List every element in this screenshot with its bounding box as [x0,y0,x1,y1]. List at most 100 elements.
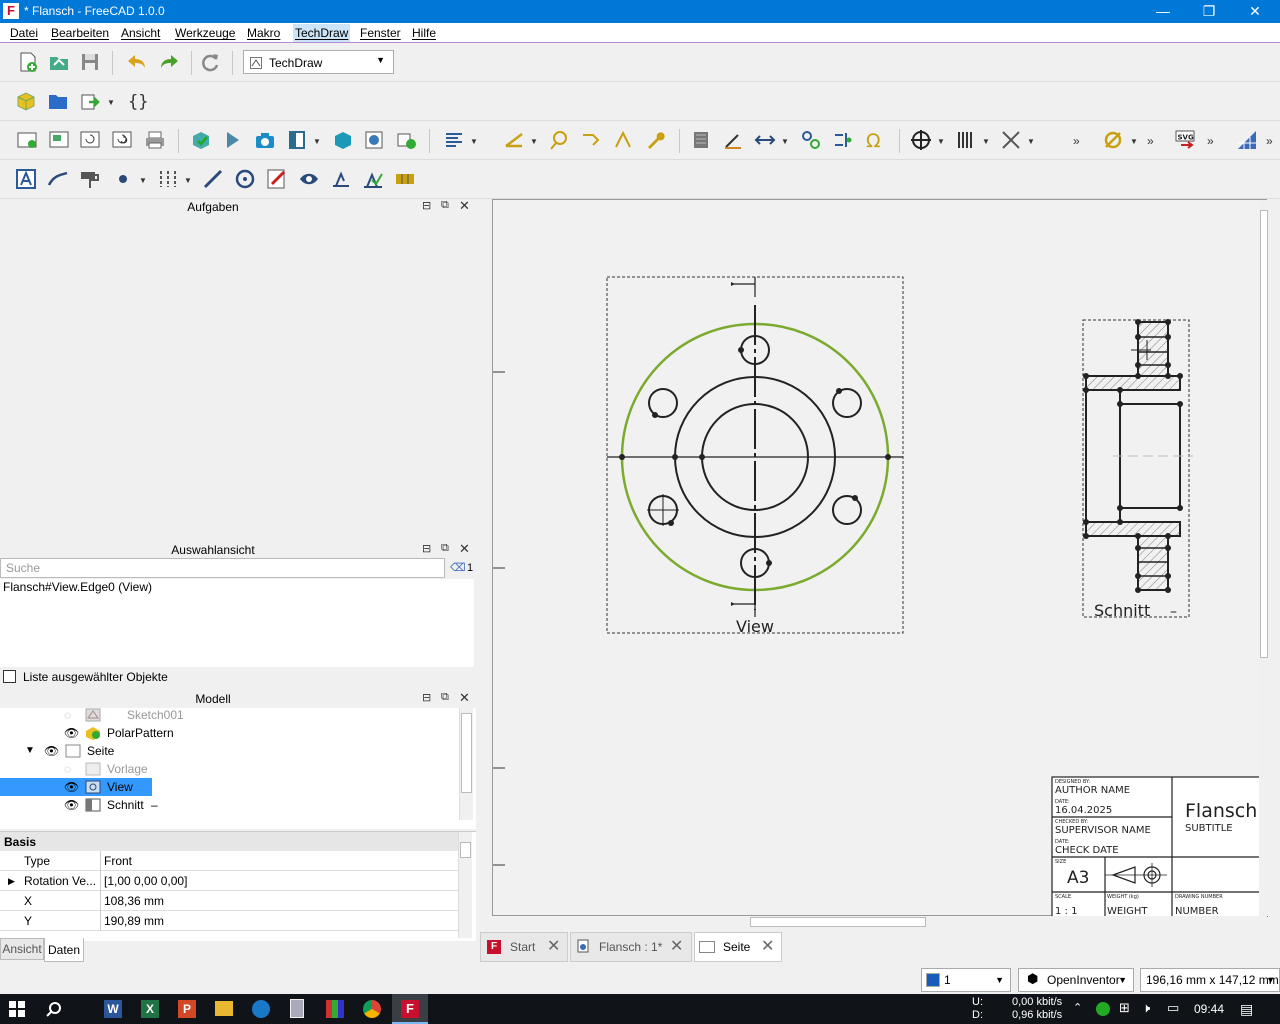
menu-fenster[interactable]: Fenster [360,26,401,40]
align-lines-icon[interactable] [443,129,465,151]
insert-view-icon[interactable] [190,129,212,151]
tab-daten[interactable]: Daten [44,938,84,962]
tile-icon[interactable] [394,168,416,190]
windows-start-icon[interactable] [9,1001,25,1017]
cosmetic-vertex-icon[interactable] [832,129,854,151]
dropdown-arrow-icon[interactable]: ▼ [313,137,321,146]
visibility-eye-icon[interactable]: 👁 [44,742,59,760]
clock-time[interactable]: 09:44 [1194,1002,1224,1016]
open-document-icon[interactable] [48,51,70,73]
tray-k-icon[interactable] [1096,1002,1110,1016]
excel-app-icon[interactable]: X [141,1000,159,1018]
dock-float-icon[interactable]: ⧉ [441,691,449,704]
menu-bearbeiten[interactable]: Bearbeiten [51,26,109,40]
property-row-y[interactable]: Y 190,89 mm [0,911,458,931]
hatch-icon[interactable] [690,129,712,151]
more-tools-icon[interactable]: » [1073,134,1080,148]
dropdown-arrow-icon[interactable]: ▼ [139,176,147,185]
speaker-icon[interactable]: 🕨 [1142,1000,1150,1016]
camera-icon[interactable] [254,129,276,151]
dock-close-icon[interactable]: ✕ [459,198,470,214]
calculator-app-icon[interactable] [290,999,304,1018]
dock-restore-icon[interactable]: ⊟ [422,691,431,704]
property-row-type[interactable]: Type Front [0,851,458,871]
dropdown-arrow-icon[interactable]: ▼ [982,137,990,146]
midpoints-icon[interactable] [157,168,179,190]
annotation-icon[interactable] [15,168,37,190]
visibility-eye-icon[interactable]: 👁 [64,724,79,742]
new-document-icon[interactable] [17,51,39,73]
folder-icon[interactable] [47,90,69,112]
tree-item-polarpattern[interactable]: 👁 PolarPattern [0,724,460,742]
more-tools-icon[interactable]: » [1147,134,1154,148]
menu-werkzeuge[interactable]: Werkzeuge [175,26,235,40]
redraw-page-icon[interactable] [79,129,101,151]
dock-close-icon[interactable]: ✕ [459,541,470,557]
clip-add-icon[interactable] [395,129,417,151]
visibility-hidden-icon[interactable]: ◌ [64,760,71,778]
spline-icon[interactable] [47,168,69,190]
tab-close-icon[interactable]: ✕ [761,933,774,961]
clip-group-icon[interactable] [363,129,385,151]
menu-ansicht[interactable]: Ansicht [121,26,160,40]
search-input[interactable]: Suche [0,558,445,578]
expand-arrow-icon[interactable]: ▼ [25,742,35,760]
dropdown-arrow-icon[interactable]: ▼ [470,137,478,146]
model-scrollbar[interactable] [459,708,473,820]
tree-item-vorlage[interactable]: ◌ Vorlage [0,760,460,778]
weld-check-icon[interactable] [362,168,384,190]
maximize-button[interactable]: ❐ [1186,0,1232,23]
show-hide-eye-icon[interactable] [298,168,320,190]
clear-search-icon[interactable]: ⌫ [450,561,466,574]
tree-item-view[interactable]: 👁 View [0,778,460,796]
word-app-icon[interactable]: W [104,1000,122,1018]
tab-seite[interactable]: Seite ✕ [694,932,782,962]
search-icon[interactable] [46,1001,62,1017]
menu-techdraw[interactable]: TechDraw [293,24,351,42]
undo-icon[interactable] [126,51,148,73]
tab-start[interactable]: F Start ✕ [480,932,568,962]
insert-template-icon[interactable] [48,129,70,151]
dock-float-icon[interactable]: ⧉ [441,199,449,212]
battery-icon[interactable]: ▭ [1167,1000,1179,1016]
dropdown-arrow-icon[interactable]: ▼ [1027,137,1035,146]
save-icon[interactable] [79,51,101,73]
property-value[interactable]: 190,89 mm [104,911,164,931]
surface-finish-icon[interactable] [330,168,352,190]
page-selector[interactable]: 1 ▼ [921,968,1011,992]
list-selected-checkbox[interactable] [3,670,16,683]
property-value[interactable]: 108,36 mm [104,891,164,911]
expand-arrow-icon[interactable]: ▶ [8,871,15,891]
section-view-icon[interactable] [286,129,308,151]
dropdown-arrow-icon[interactable]: ▼ [184,176,192,185]
cosmetic-circle-icon[interactable] [234,168,256,190]
balloon-icon[interactable] [800,129,822,151]
tree-item-seite[interactable]: ▼ 👁 Seite [0,742,460,760]
link-icon[interactable] [79,90,101,112]
redraw-all-icon[interactable] [111,129,133,151]
property-value[interactable]: Front [104,851,132,871]
weld-symbol-icon[interactable] [1000,129,1022,151]
menu-hilfe[interactable]: Hilfe [412,26,436,40]
edit-line-icon[interactable] [266,168,288,190]
tab-close-icon[interactable]: ✕ [670,933,683,961]
minimize-button[interactable]: — [1140,0,1186,23]
visibility-eye-icon[interactable]: 👁 [64,796,79,814]
format-painter-icon[interactable] [79,168,101,190]
dropdown-arrow-icon[interactable]: ▼ [937,137,945,146]
property-row-rotation[interactable]: ▶ Rotation Ve... [1,00 0,00 0,00] [0,871,458,891]
dock-float-icon[interactable]: ⧉ [441,542,449,555]
dimension-vertical-icon[interactable] [612,129,634,151]
list-item[interactable]: Flansch#View.Edge0 (View) [3,580,152,594]
dimension-display[interactable]: 196,16 mm x 147,12 mm ▼ [1140,968,1280,992]
navigation-style-selector[interactable]: ⬢ OpenInventor ▼ [1018,968,1134,992]
property-value[interactable]: [1,00 0,00 0,00] [104,871,187,891]
tab-ansicht[interactable]: Ansicht [0,938,44,960]
dock-restore-icon[interactable]: ⊟ [422,542,431,555]
dropdown-arrow-icon[interactable]: ▼ [781,137,789,146]
print-icon[interactable] [144,129,166,151]
tree-item-sketch001[interactable]: ◌ Sketch001 [0,706,460,724]
workbench-selector[interactable]: TechDraw ▼ [243,50,394,74]
menu-makro[interactable]: Makro [247,26,280,40]
vertex-dot-icon[interactable] [111,168,133,190]
